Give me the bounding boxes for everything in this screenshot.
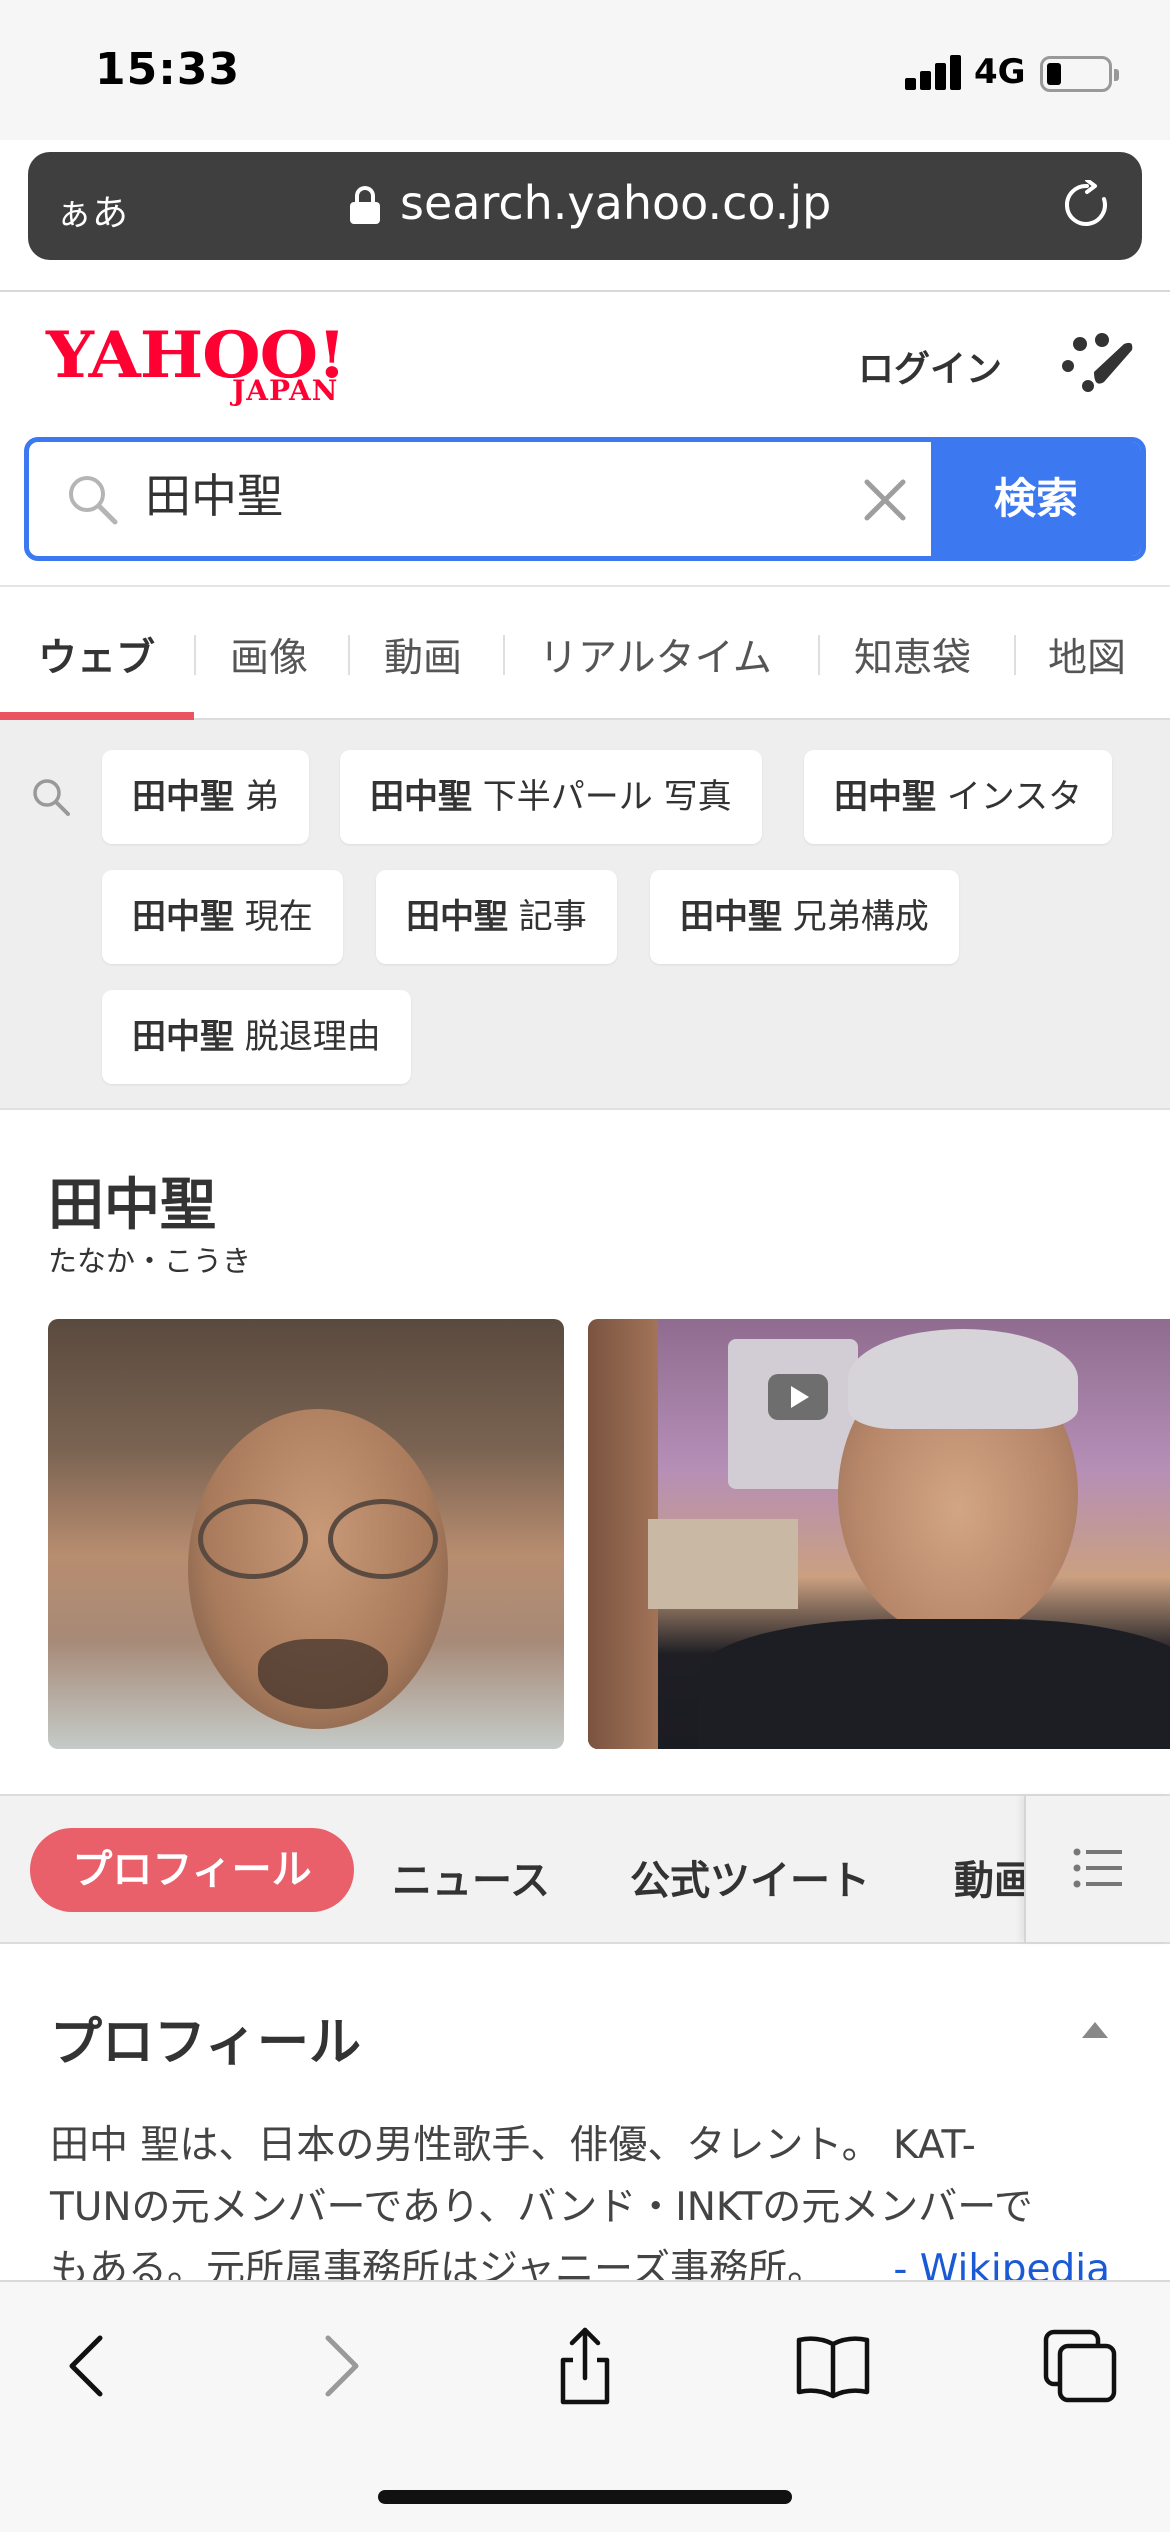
tab-videos[interactable]: 動画	[954, 1848, 1026, 1906]
forward-icon[interactable]	[300, 2326, 380, 2406]
tab-profile[interactable]: プロフィール	[30, 1828, 354, 1912]
bookmarks-icon[interactable]	[793, 2326, 873, 2406]
divider	[0, 290, 1170, 292]
panel-tabs: プロフィール ニュース 公式ツイート 動画	[0, 1794, 1170, 1944]
suggestion-chip[interactable]: 田中聖 現在	[102, 870, 343, 964]
tab-divider	[1014, 635, 1016, 675]
tab-divider	[194, 635, 196, 675]
entity-name: 田中聖	[48, 1173, 216, 1238]
list-icon	[1073, 1848, 1122, 1888]
tab-map[interactable]: 地図	[1048, 627, 1126, 683]
tab-official-tweets[interactable]: 公式ツイート	[630, 1848, 870, 1906]
lock-icon	[350, 186, 380, 224]
tab-divider	[348, 635, 350, 675]
signal-icon	[905, 54, 963, 90]
battery-icon	[1040, 56, 1119, 92]
network-label: 4G	[974, 52, 1026, 92]
panel-menu-button[interactable]	[1024, 1796, 1170, 1942]
search-icon	[69, 476, 118, 525]
reload-icon[interactable]	[1062, 180, 1112, 230]
share-icon[interactable]	[545, 2326, 625, 2406]
suggestion-chip[interactable]: 田中聖 インスタ	[804, 750, 1113, 844]
tab-divider	[503, 635, 505, 675]
status-bar: 15:33 4G	[0, 0, 1170, 140]
youtube-play-icon	[768, 1374, 828, 1420]
yahoo-logo[interactable]: YAHOO! JAPAN	[46, 318, 366, 407]
tab-web[interactable]: ウェブ	[38, 627, 155, 683]
suggestion-chip[interactable]: 田中聖 弟	[102, 750, 309, 844]
tab-news[interactable]: ニュース	[392, 1848, 550, 1906]
status-time: 15:33	[95, 44, 241, 95]
search-icon	[33, 779, 70, 816]
active-tab-indicator	[0, 712, 194, 720]
tab-realtime[interactable]: リアルタイム	[539, 627, 772, 683]
clear-icon[interactable]	[857, 472, 913, 528]
home-indicator[interactable]	[378, 2490, 792, 2504]
search-type-tabs: ウェブ 画像 動画 リアルタイム 知恵袋 地図	[0, 585, 1170, 720]
search-button[interactable]: 検索	[931, 442, 1141, 556]
entity-photo[interactable]	[588, 1319, 1170, 1749]
tab-images[interactable]: 画像	[230, 627, 308, 683]
related-searches: 田中聖 弟 田中聖 下半パール 写真 田中聖 インスタ 田中聖 現在 田中聖 記…	[0, 720, 1170, 1110]
search-input[interactable]	[145, 466, 745, 520]
tab-chiebukuro[interactable]: 知恵袋	[854, 627, 971, 683]
profile-text: 田中 聖は、日本の男性歌手、俳優、タレント。 KAT- TUNの元メンバーであり…	[50, 2115, 1130, 2301]
suggestion-chip[interactable]: 田中聖 脱退理由	[102, 990, 411, 1084]
url-text[interactable]: search.yahoo.co.jp	[400, 176, 831, 230]
suggestion-chip[interactable]: 田中聖 兄弟構成	[650, 870, 959, 964]
tabs-icon[interactable]	[1040, 2326, 1120, 2406]
entity-reading: たなか・こうき	[48, 1244, 252, 1278]
collapse-icon[interactable]	[1080, 2020, 1110, 2040]
tab-videos[interactable]: 動画	[384, 627, 462, 683]
login-link[interactable]: ログイン	[858, 340, 1002, 392]
profile-title: プロフィール	[50, 2013, 361, 2073]
address-bar[interactable]: ぁあ search.yahoo.co.jp	[28, 152, 1142, 260]
search-box: 検索	[24, 437, 1146, 561]
tab-divider	[818, 635, 820, 675]
suggestion-chip[interactable]: 田中聖 記事	[376, 870, 617, 964]
services-menu-icon[interactable]	[1058, 332, 1136, 394]
back-icon[interactable]	[48, 2326, 128, 2406]
entity-photo[interactable]	[48, 1319, 564, 1749]
suggestion-chip[interactable]: 田中聖 下半パール 写真	[340, 750, 762, 844]
text-size-button[interactable]: ぁあ	[56, 184, 128, 236]
